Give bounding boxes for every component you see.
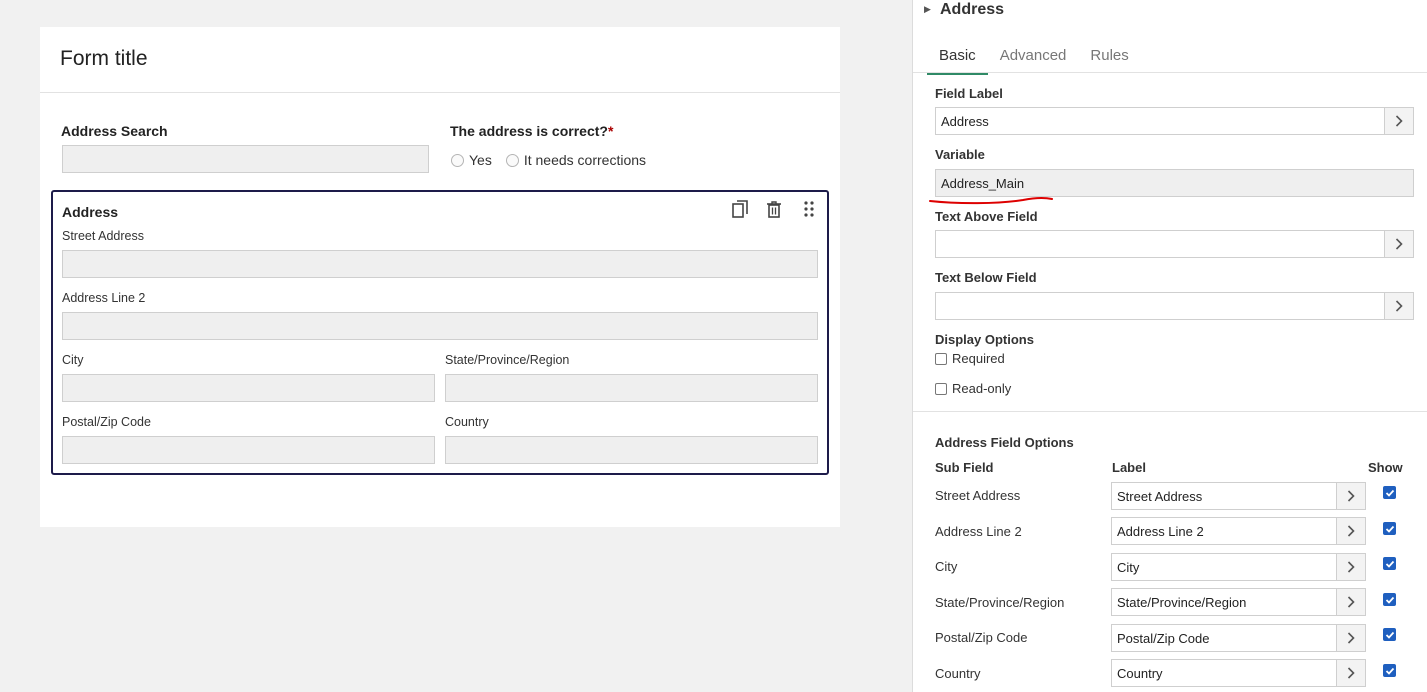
radio-needs-corrections[interactable]	[505, 153, 519, 167]
address-search-label: Address Search	[61, 123, 168, 139]
address-field-block[interactable]: Address Street Address Address Line 2 Ci…	[51, 190, 829, 475]
display-options-title: Display Options	[935, 332, 1034, 347]
form-canvas: Form title Address Search The address is…	[40, 27, 840, 527]
subfield-name: Postal/Zip Code	[935, 630, 1028, 645]
trash-icon[interactable]	[763, 198, 785, 220]
field-label-value: Address	[941, 114, 989, 129]
chevron-right-icon[interactable]	[1336, 589, 1365, 615]
subfield-label-input[interactable]: Country	[1111, 659, 1366, 687]
required-label: Required	[952, 351, 1005, 366]
subfield-label-input[interactable]: City	[1111, 553, 1366, 581]
subfield-name: Country	[935, 666, 981, 681]
subfield-label-input[interactable]: Postal/Zip Code	[1111, 624, 1366, 652]
postal-input[interactable]	[62, 436, 435, 464]
show-checkbox[interactable]	[1383, 486, 1396, 499]
subfield-label-input[interactable]: State/Province/Region	[1111, 588, 1366, 616]
caret-right-icon[interactable]: ▶	[924, 4, 931, 15]
subfield-label-value: Address Line 2	[1117, 524, 1204, 539]
subfield-label-input[interactable]: Address Line 2	[1111, 517, 1366, 545]
subfield-label-value: City	[1117, 560, 1140, 575]
subfield-label-value: Country	[1117, 666, 1163, 681]
required-checkbox[interactable]	[935, 352, 947, 365]
address-block-title: Address	[62, 204, 119, 220]
field-label-input[interactable]: Address	[935, 107, 1414, 135]
radio-yes[interactable]	[451, 153, 464, 167]
tabs-divider	[913, 72, 1427, 73]
chevron-right-icon[interactable]	[1336, 660, 1365, 686]
variable-value: Address_Main	[941, 176, 1025, 191]
address-correct-label: The address is correct?*	[450, 123, 613, 139]
address-options-title: Address Field Options	[935, 435, 1074, 450]
col-subfield-header: Sub Field	[935, 460, 994, 475]
field-label-title: Field Label	[935, 86, 1003, 101]
address-correct-question: The address is correct?	[450, 123, 608, 139]
show-checkbox[interactable]	[1383, 522, 1396, 535]
panel-tabs: Basic Advanced Rules	[927, 44, 1141, 75]
panel-header[interactable]: ▶ Address	[913, 0, 1427, 24]
readonly-checkbox[interactable]	[935, 382, 947, 395]
readonly-label: Read-only	[952, 381, 1012, 396]
postal-label: Postal/Zip Code	[62, 415, 151, 429]
state-input[interactable]	[445, 374, 818, 402]
show-checkbox[interactable]	[1383, 628, 1396, 641]
address-line2-input[interactable]	[62, 312, 818, 340]
required-asterisk: *	[607, 123, 614, 139]
chevron-right-icon[interactable]	[1384, 293, 1413, 319]
radio-yes-label[interactable]: Yes	[469, 152, 492, 168]
subfield-label-value: Postal/Zip Code	[1117, 631, 1210, 646]
show-checkbox[interactable]	[1383, 664, 1396, 677]
subfield-label-input[interactable]: Street Address	[1111, 482, 1366, 510]
section-divider	[913, 411, 1427, 412]
variable-title: Variable	[935, 147, 985, 162]
street-address-input[interactable]	[62, 250, 818, 278]
text-below-title: Text Below Field	[935, 270, 1037, 285]
show-checkbox[interactable]	[1383, 593, 1396, 606]
copy-icon[interactable]	[730, 198, 752, 220]
text-above-title: Text Above Field	[935, 209, 1038, 224]
address-search-input[interactable]	[62, 145, 429, 173]
subfield-name: State/Province/Region	[935, 595, 1065, 610]
subfield-label-value: State/Province/Region	[1117, 595, 1247, 610]
state-label: State/Province/Region	[445, 353, 570, 367]
subfield-name: Street Address	[935, 488, 1021, 503]
tab-rules[interactable]: Rules	[1078, 44, 1140, 75]
radio-needs-corrections-label[interactable]: It needs corrections	[524, 152, 646, 168]
show-checkbox[interactable]	[1383, 557, 1396, 570]
subfield-name: Address Line 2	[935, 524, 1022, 539]
address-correct-radio-group: Yes It needs corrections	[451, 152, 660, 168]
tab-basic[interactable]: Basic	[927, 44, 988, 75]
properties-panel: ▶ Address Basic Advanced Rules Field Lab…	[912, 0, 1427, 692]
form-title[interactable]: Form title	[60, 47, 148, 71]
chevron-right-icon[interactable]	[1384, 108, 1413, 134]
chevron-right-icon[interactable]	[1336, 483, 1365, 509]
street-address-label: Street Address	[62, 229, 144, 243]
city-label: City	[62, 353, 84, 367]
chevron-right-icon[interactable]	[1384, 231, 1413, 257]
col-label-header: Label	[1112, 460, 1146, 475]
text-above-input[interactable]	[935, 230, 1414, 258]
chevron-right-icon[interactable]	[1336, 625, 1365, 651]
col-show-header: Show	[1368, 460, 1403, 475]
text-below-input[interactable]	[935, 292, 1414, 320]
panel-title: Address	[940, 1, 1005, 18]
red-underline-annotation	[929, 196, 1053, 205]
chevron-right-icon[interactable]	[1336, 518, 1365, 544]
subfield-name: City	[935, 559, 958, 574]
subfield-label-value: Street Address	[1117, 489, 1203, 504]
country-input[interactable]	[445, 436, 818, 464]
form-title-divider	[40, 92, 840, 93]
drag-handle-icon[interactable]	[798, 198, 820, 220]
required-option[interactable]: Required	[935, 351, 1005, 366]
city-input[interactable]	[62, 374, 435, 402]
tab-advanced[interactable]: Advanced	[988, 44, 1079, 75]
address-line2-label: Address Line 2	[62, 291, 146, 305]
country-label: Country	[445, 415, 489, 429]
readonly-option[interactable]: Read-only	[935, 381, 1011, 396]
chevron-right-icon[interactable]	[1336, 554, 1365, 580]
